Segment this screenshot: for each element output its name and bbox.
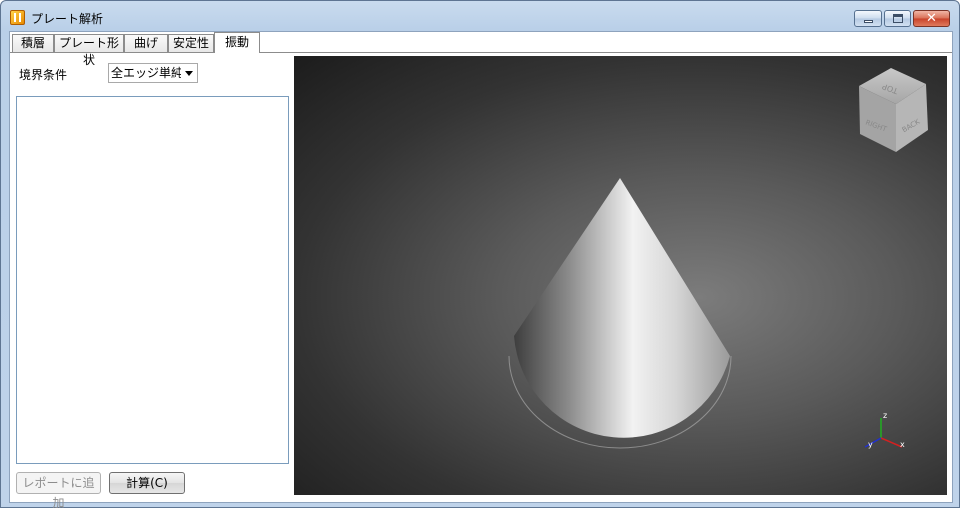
tab-divider [10,52,952,53]
axis-z-label: z [883,411,887,420]
tab-stability[interactable]: 安定性 [168,34,214,53]
client-area: 積層 プレート形状 曲げ 安定性 振動 境界条件 全エッジ単純3 レポートに追加… [9,31,953,508]
cone-model[interactable] [508,178,732,449]
tab-bending[interactable]: 曲げ [124,34,168,53]
boundary-condition-value: 全エッジ単純3 [111,66,181,80]
close-icon: ✕ [926,11,937,26]
view-cube[interactable]: TOP RIGHT BACK [859,68,928,152]
maximize-icon [893,14,903,23]
tab-strip: 積層 プレート形状 曲げ 安定性 振動 [10,32,952,67]
tab-plate-shape[interactable]: プレート形状 [54,34,124,67]
window-frame: プレート解析 ✕ 積層 プレート形状 曲げ 安定性 振動 境界条件 全エッジ単純… [0,0,960,508]
axis-y-label: y [868,440,873,449]
chevron-down-icon [185,71,193,76]
3d-viewport[interactable]: TOP RIGHT BACK z y x [294,56,947,495]
boundary-condition-label: 境界条件 [19,68,68,82]
app-icon [10,10,25,25]
axis-x-label: x [900,440,905,449]
window-title: プレート解析 [31,12,104,26]
result-list[interactable] [16,96,289,464]
close-button[interactable]: ✕ [913,10,950,27]
minimize-button[interactable] [854,10,882,27]
minimize-icon [864,20,873,23]
tab-lamination[interactable]: 積層 [12,34,54,53]
title-bar[interactable]: プレート解析 ✕ [1,1,959,31]
add-to-report-button[interactable]: レポートに追加 [16,472,101,508]
scene: TOP RIGHT BACK z y x [508,68,928,449]
cone-surface [514,178,730,438]
maximize-button[interactable] [884,10,911,27]
axis-x-line [880,437,903,448]
tab-vibration[interactable]: 振動 [214,32,260,53]
axis-triad: z y x [864,411,905,449]
boundary-condition-select[interactable]: 全エッジ単純3 [108,63,198,83]
calculate-button[interactable]: 計算(C) [109,472,185,494]
